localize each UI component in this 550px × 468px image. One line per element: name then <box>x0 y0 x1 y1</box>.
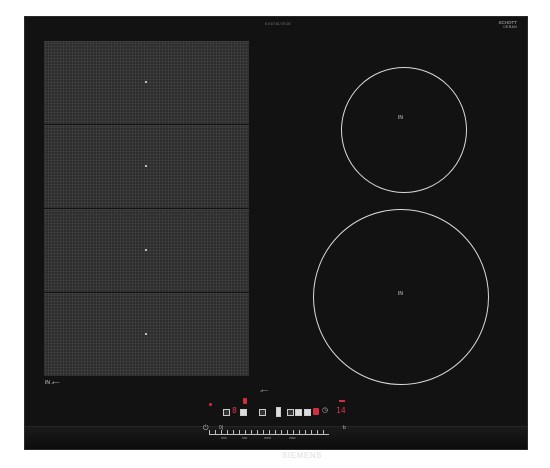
slider-label-low: low <box>242 436 248 440</box>
zone-select-icon-6[interactable] <box>295 409 302 416</box>
zone-select-icon[interactable] <box>223 409 230 416</box>
model-label: EX675LYE1E <box>265 21 292 26</box>
induction-label-rear: IN <box>398 115 403 121</box>
slider-label-med: med <box>264 436 271 440</box>
timer-display: 14 <box>336 406 346 415</box>
status-led <box>209 403 212 406</box>
cooktop-glass: EX675LYE1E SCHOTT CERAN IN ⩘— IN IN ⩘— 8… <box>24 16 528 460</box>
schott-logo-line2: CERAN <box>503 25 517 29</box>
zone-indicator-led <box>243 398 247 404</box>
zone-select-icon-5[interactable] <box>287 409 294 416</box>
induction-label-front: IN <box>398 291 403 297</box>
schott-ceran-logo: SCHOTT CERAN <box>485 20 518 37</box>
cooking-zone-rear-right[interactable] <box>341 67 467 193</box>
zone-active-indicator <box>313 408 319 415</box>
cooking-zone-front-right[interactable] <box>313 209 489 385</box>
flex-zone-indicator: IN ⩘— <box>45 380 60 386</box>
flex-zone-4[interactable] <box>44 293 249 376</box>
power-button-icon[interactable]: ⏻ <box>203 425 209 433</box>
zone-center-dot <box>145 333 147 335</box>
slider-label-min: min <box>221 436 227 440</box>
flex-zone-2[interactable] <box>44 125 249 208</box>
boost-button[interactable]: b <box>343 425 346 431</box>
zone-select-icon-4[interactable] <box>276 407 281 417</box>
zone-center-dot <box>145 165 147 167</box>
zone-select-icon-3[interactable] <box>259 409 266 416</box>
flex-indicator-icon: ⩘— <box>260 388 268 394</box>
zone-select-icon-7[interactable] <box>304 409 311 416</box>
flex-zone-1[interactable] <box>44 41 249 124</box>
timer-led <box>339 400 345 402</box>
zone-center-dot <box>145 249 147 251</box>
power-level-display: 8 <box>232 406 237 415</box>
zone-center-dot <box>145 81 147 83</box>
slider-label-max: max <box>289 436 296 440</box>
timer-icon[interactable]: ◷ <box>322 406 328 414</box>
power-slider[interactable] <box>209 428 329 435</box>
flex-zone-3[interactable] <box>44 209 249 292</box>
brand-logo: SIEMENS <box>282 451 323 460</box>
zone-select-icon-2[interactable] <box>240 409 247 416</box>
